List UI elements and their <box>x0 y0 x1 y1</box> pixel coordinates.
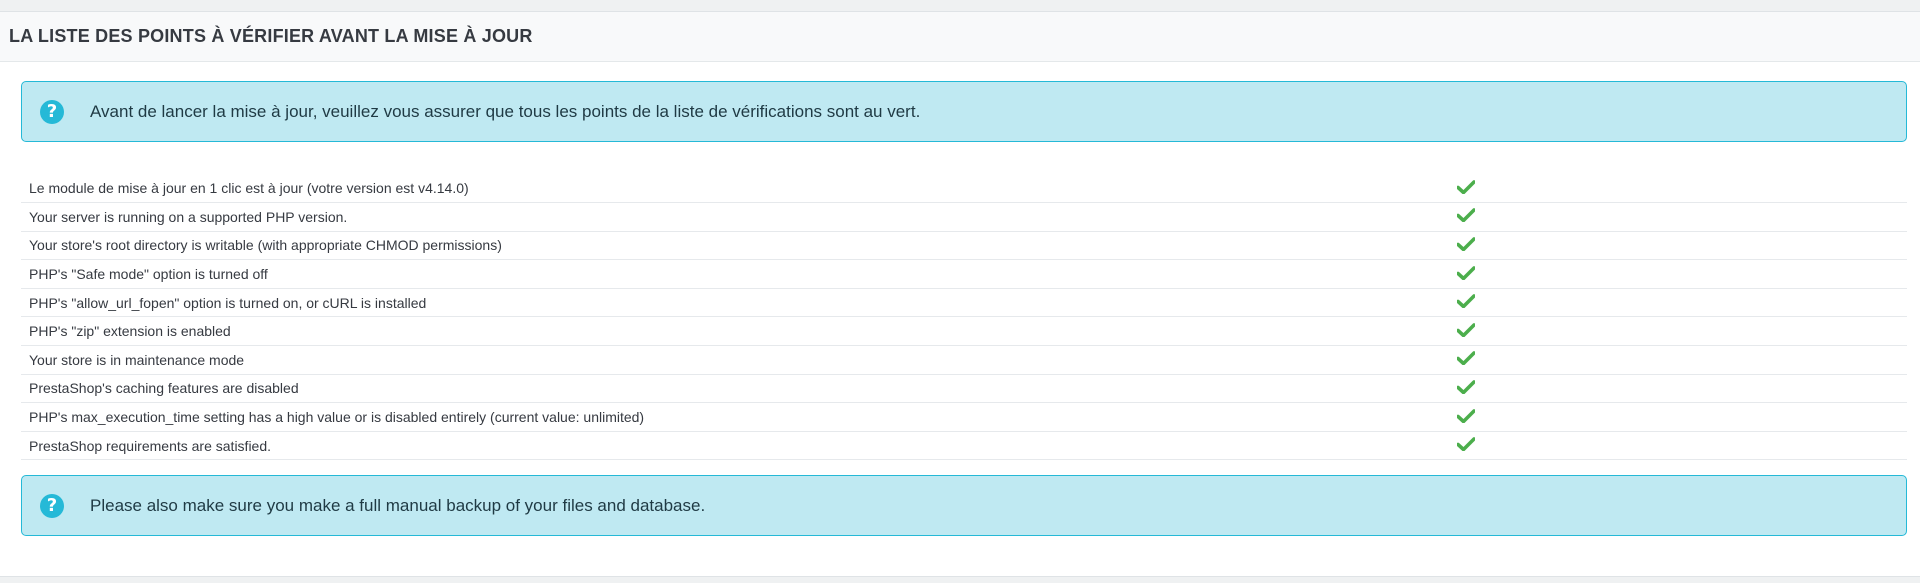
checklist-item-status <box>1457 431 1907 460</box>
checklist-row: Your server is running on a supported PH… <box>21 203 1907 232</box>
checklist-item-status <box>1457 174 1907 203</box>
checklist-item-status <box>1457 203 1907 232</box>
check-icon <box>1457 322 1475 337</box>
checklist-row: PrestaShop requirements are satisfied. <box>21 431 1907 460</box>
checklist-row: PHP's max_execution_time setting has a h… <box>21 403 1907 432</box>
checklist-item-label: PHP's "zip" extension is enabled <box>29 323 231 340</box>
checklist-item-label: Your store is in maintenance mode <box>29 351 245 368</box>
check-icon <box>1457 237 1475 251</box>
checklist-item-label: Le module de mise à jour en 1 clic est à… <box>29 180 469 197</box>
check-icon <box>1457 179 1475 194</box>
check-icon <box>1457 437 1475 452</box>
checklist-item-label: Your server is running on a supported PH… <box>29 208 348 225</box>
checklist-item-status <box>1457 317 1907 346</box>
checklist-item-status <box>1457 403 1907 432</box>
panel-heading: LA LISTE DES POINTS À VÉRIFIER AVANT LA … <box>0 12 1920 62</box>
check-icon <box>1457 208 1475 223</box>
checklist-item-label: Your store's root directory is writable … <box>29 237 502 254</box>
checklist-row: PrestaShop's caching features are disabl… <box>21 374 1907 403</box>
checklist-item-status <box>1457 346 1907 375</box>
check-icon <box>1457 408 1475 423</box>
top-strip <box>0 0 1920 12</box>
upgrade-checklist-panel: LA LISTE DES POINTS À VÉRIFIER AVANT LA … <box>0 12 1920 577</box>
checklist-item-status <box>1457 231 1907 260</box>
checklist-item-label: PrestaShop requirements are satisfied. <box>29 437 272 454</box>
question-circle-icon: ? <box>40 493 64 518</box>
question-circle-icon: ? <box>40 99 64 124</box>
checklist-table: Le module de mise à jour en 1 clic est à… <box>21 174 1907 460</box>
checklist-item-label: PrestaShop's caching features are disabl… <box>29 380 299 397</box>
backup-alert-text: Please also make sure you make a full ma… <box>90 495 706 515</box>
check-icon <box>1457 294 1475 309</box>
check-icon <box>1457 351 1475 366</box>
checklist-item-status <box>1457 288 1907 317</box>
checklist-item-label: PHP's "allow_url_fopen" option is turned… <box>29 294 427 311</box>
check-icon <box>1457 380 1475 394</box>
info-alert-text: Avant de lancer la mise à jour, veuillez… <box>90 101 921 121</box>
checklist-body: Le module de mise à jour en 1 clic est à… <box>21 174 1907 460</box>
checklist-item-status <box>1457 260 1907 289</box>
checklist-row: Le module de mise à jour en 1 clic est à… <box>21 174 1907 203</box>
checklist-item-label: PHP's max_execution_time setting has a h… <box>29 409 645 426</box>
checklist-row: PHP's "Safe mode" option is turned off <box>21 260 1907 289</box>
checklist-row: Your store's root directory is writable … <box>21 231 1907 260</box>
checklist-row: PHP's "zip" extension is enabled <box>21 317 1907 346</box>
info-alert-backup: ? Please also make sure you make a full … <box>21 475 1907 536</box>
checklist-item-status <box>1457 374 1907 403</box>
info-alert-checklist: ? Avant de lancer la mise à jour, veuill… <box>21 81 1907 142</box>
check-icon <box>1457 265 1475 280</box>
checklist-item-label: PHP's "Safe mode" option is turned off <box>29 266 268 283</box>
panel-title: LA LISTE DES POINTS À VÉRIFIER AVANT LA … <box>9 26 533 46</box>
checklist-row: Your store is in maintenance mode <box>21 346 1907 375</box>
checklist-row: PHP's "allow_url_fopen" option is turned… <box>21 288 1907 317</box>
